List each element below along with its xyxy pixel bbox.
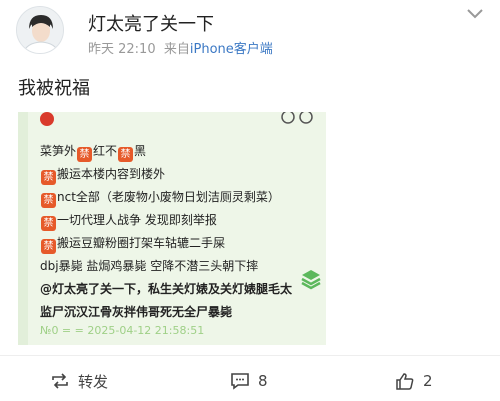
sticker-icon xyxy=(281,112,313,124)
image-text-line: 禁 nct全部（老废物小废物日划洁厕灵剩菜） xyxy=(40,186,325,209)
comment-button[interactable]: 8 xyxy=(230,370,268,392)
ban-badge: 禁 xyxy=(77,147,93,162)
source-prefix: 来自 xyxy=(163,42,190,57)
image-edge xyxy=(18,112,28,345)
author-name[interactable]: 灯太亮了关一下 xyxy=(88,10,214,36)
line-text: @灯太亮了关一下，私生关灯婊及关灯婊腿毛太 xyxy=(40,282,293,296)
repost-label: 转发 xyxy=(78,372,109,391)
line-text: 红不 xyxy=(93,144,118,158)
action-bar: 转发 8 2 xyxy=(0,355,500,401)
like-count: 2 xyxy=(423,372,433,390)
post-meta: 昨天 22:10 来自iPhone客户端 xyxy=(88,38,273,57)
line-text: nct全部（老废物小废物日划洁厕灵剩菜） xyxy=(57,190,280,204)
layers-icon xyxy=(301,270,321,290)
avatar[interactable] xyxy=(16,6,64,54)
line-text: 一切代理人战争 发现即刻举报 xyxy=(57,213,217,227)
ban-badge: 禁 xyxy=(41,216,56,231)
image-text-line: dbj暴毙 盐焗鸡暴毙 空降不潜三头朝下摔 xyxy=(40,255,325,278)
like-icon xyxy=(396,373,414,390)
image-text-line: 菜笋外禁红不禁黑 xyxy=(40,140,325,163)
post-time: 昨天 22:10 xyxy=(88,42,156,57)
post-image[interactable]: 菜笋外禁红不禁黑禁搬运本楼内容到楼外禁 nct全部（老废物小废物日划洁厕灵剩菜）禁… xyxy=(18,112,326,345)
comment-count: 8 xyxy=(258,372,268,390)
image-timestamp: №0 = = 2025-04-12 21:58:51 xyxy=(40,324,205,337)
image-text-line: 监尸沉汉江骨灰拌伟哥死无全尸暴毙 xyxy=(40,301,325,324)
line-text: 搬运本楼内容到楼外 xyxy=(57,167,166,181)
line-text: 黑 xyxy=(134,144,147,158)
apple-icon xyxy=(40,112,54,126)
ban-badge: 禁 xyxy=(118,147,134,162)
line-text: 搬运豆瓣粉圈打架车轱辘二手屎 xyxy=(57,236,226,250)
image-text-line: 禁搬运本楼内容到楼外 xyxy=(40,163,325,186)
source-name[interactable]: iPhone客户端 xyxy=(190,42,273,57)
line-text: 监尸沉汉江骨灰拌伟哥死无全尸暴毙 xyxy=(40,305,233,319)
repost-button[interactable]: 转发 xyxy=(50,370,108,392)
chevron-down-icon[interactable] xyxy=(466,8,484,20)
ban-badge: 禁 xyxy=(41,170,56,185)
line-text: 菜笋外 xyxy=(40,144,77,158)
image-text-line: 禁一切代理人战争 发现即刻举报 xyxy=(40,209,325,232)
ban-badge: 禁 xyxy=(41,193,56,208)
like-button[interactable]: 2 xyxy=(395,370,433,392)
image-text-lines: 菜笋外禁红不禁黑禁搬运本楼内容到楼外禁 nct全部（老废物小废物日划洁厕灵剩菜）禁… xyxy=(40,140,325,324)
post-text: 我被祝福 xyxy=(18,78,90,99)
repost-icon xyxy=(52,373,68,389)
line-text: dbj暴毙 盐焗鸡暴毙 空降不潜三头朝下摔 xyxy=(40,259,259,273)
image-text-line: @灯太亮了关一下，私生关灯婊及关灯婊腿毛太 xyxy=(40,278,325,301)
comment-icon xyxy=(231,373,249,390)
ban-badge: 禁 xyxy=(41,239,56,254)
image-text-line: 禁搬运豆瓣粉圈打架车轱辘二手屎 xyxy=(40,232,325,255)
post-header: 灯太亮了关一下 昨天 22:10 来自iPhone客户端 xyxy=(0,0,500,66)
